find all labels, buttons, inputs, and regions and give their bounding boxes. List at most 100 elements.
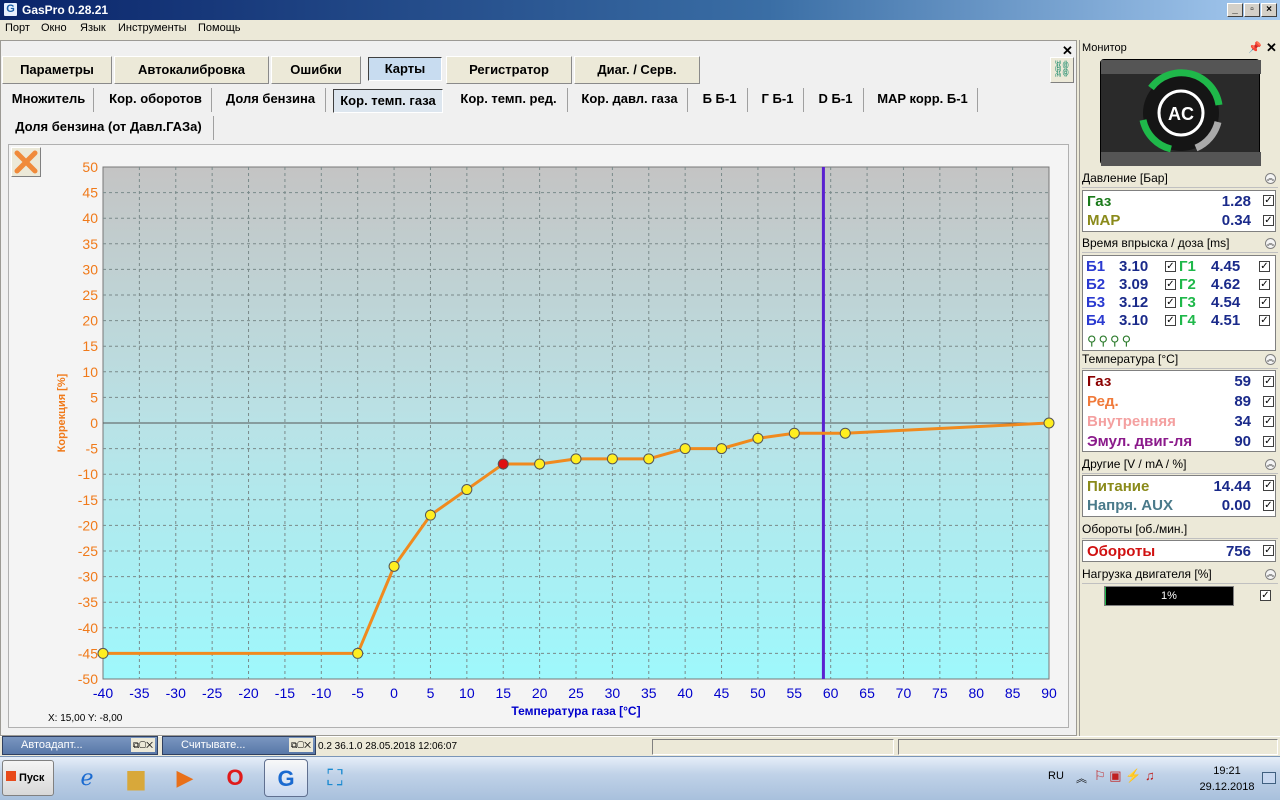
x-tick-label: 50 <box>750 685 766 701</box>
x-tick-label: 90 <box>1041 685 1057 701</box>
subtab-g-b1[interactable]: Г Б-1 <box>752 88 804 112</box>
minimized-window-reader[interactable]: Считывате... ⧉▢✕ <box>162 736 316 755</box>
x-tick-label: 15 <box>495 685 511 701</box>
minimized-window-autoadapt[interactable]: Автоадапт... ⧉▢✕ <box>2 736 158 755</box>
gas-injector-checkbox[interactable]: ✓ <box>1259 315 1270 326</box>
subtab-petrol-share-gas-pressure[interactable]: Доля бензина (от Давл.ГАЗа) <box>4 116 214 140</box>
ac-logo: AC <box>1100 59 1261 166</box>
subtab-reducer-temp-correction[interactable]: Кор. темп. ред. <box>450 88 568 112</box>
tab-maps[interactable]: Карты <box>368 57 442 81</box>
ie-icon[interactable]: ℯ <box>68 759 106 797</box>
gas-injector-value: 4.62 <box>1211 276 1241 293</box>
collapse-icon[interactable]: ︽ <box>1265 569 1276 580</box>
load-checkbox[interactable]: ✓ <box>1260 590 1271 601</box>
subtab-gas-temp-correction[interactable]: Кор. темп. газа <box>333 89 443 113</box>
menu-language[interactable]: Язык <box>80 22 106 34</box>
subtab-petrol-share[interactable]: Доля бензина <box>216 88 326 112</box>
data-point[interactable] <box>643 453 655 465</box>
correction-chart[interactable]: -40 -35 -30 -25 -20 -15 -10 -5 0 5 10 15 20 25 30 35 40 4… <box>9 145 1068 727</box>
subtab-rpm-correction[interactable]: Кор. оборотов <box>100 88 212 112</box>
delete-icon[interactable] <box>11 147 41 177</box>
subtab-multiplier[interactable]: Множитель <box>4 88 94 112</box>
data-point[interactable] <box>388 560 400 572</box>
petrol-injector-checkbox[interactable]: ✓ <box>1165 279 1176 290</box>
menu-help[interactable]: Помощь <box>198 22 241 34</box>
data-point[interactable] <box>97 647 109 659</box>
data-point[interactable] <box>497 458 509 470</box>
opera-icon[interactable]: O <box>216 759 254 797</box>
tab-errors[interactable]: Ошибки <box>271 56 361 84</box>
aux-checkbox[interactable]: ✓ <box>1263 500 1274 511</box>
menu-tools[interactable]: Инструменты <box>118 22 187 34</box>
gas-injector-checkbox[interactable]: ✓ <box>1259 279 1270 290</box>
collapse-icon[interactable]: ︽ <box>1265 459 1276 470</box>
x-tick-label: 80 <box>968 685 984 701</box>
subtab-gas-pressure-correction[interactable]: Кор. давл. газа <box>572 88 688 112</box>
other-header: Другие [V / mA / %] ︽ <box>1082 457 1278 474</box>
y-tick-label: 15 <box>82 338 98 354</box>
menu-port[interactable]: Порт <box>5 22 30 34</box>
temperature-value: 90 <box>1234 433 1251 450</box>
rpm-checkbox[interactable]: ✓ <box>1263 545 1274 556</box>
tray-expand-icon[interactable]: ︽ <box>1076 770 1087 786</box>
show-desktop-icon[interactable] <box>1262 772 1276 784</box>
data-point[interactable] <box>1043 417 1055 429</box>
x-tick-label: 35 <box>641 685 657 701</box>
subtab-map-correction[interactable]: MAP корр. Б-1 <box>868 88 978 112</box>
temperature-checkbox[interactable]: ✓ <box>1263 396 1274 407</box>
temperature-checkbox[interactable]: ✓ <box>1263 436 1274 447</box>
folder-icon[interactable]: ▆ <box>117 759 155 797</box>
language-indicator[interactable]: RU <box>1048 770 1064 782</box>
gas-injector-value: 4.54 <box>1211 294 1241 311</box>
data-point[interactable] <box>570 453 582 465</box>
temperature-checkbox[interactable]: ✓ <box>1263 376 1274 387</box>
media-player-icon[interactable]: ▶ <box>166 759 204 797</box>
data-point[interactable] <box>839 427 851 439</box>
gas-injector-checkbox[interactable]: ✓ <box>1259 261 1270 272</box>
data-point[interactable] <box>461 484 473 496</box>
monitor-title: Монитор <box>1082 42 1127 54</box>
data-point[interactable] <box>716 443 728 455</box>
tab-recorder[interactable]: Регистратор <box>446 56 572 84</box>
minimize-button[interactable]: _ <box>1227 3 1243 17</box>
tab-autocalibration[interactable]: Автокалибровка <box>114 56 269 84</box>
petrol-injector-checkbox[interactable]: ✓ <box>1165 315 1176 326</box>
tab-parameters[interactable]: Параметры <box>2 56 112 84</box>
y-tick-label: 45 <box>82 185 98 201</box>
aux-label: Напря. AUX <box>1087 497 1173 514</box>
power-checkbox[interactable]: ✓ <box>1263 480 1274 491</box>
collapse-icon[interactable]: ︽ <box>1265 173 1276 184</box>
subtab-d-b1[interactable]: D Б-1 <box>808 88 864 112</box>
petrol-injector-checkbox[interactable]: ✓ <box>1165 261 1176 272</box>
screen-capture-icon[interactable]: ⛶ <box>316 759 354 797</box>
monitor-close-icon[interactable]: ✕ <box>1266 40 1277 56</box>
gas-pressure-checkbox[interactable]: ✓ <box>1263 195 1274 206</box>
data-point[interactable] <box>606 453 618 465</box>
data-point[interactable] <box>424 509 436 521</box>
pin-icon[interactable]: 📌 <box>1248 41 1262 54</box>
x-tick-label: 65 <box>859 685 875 701</box>
gaspro-taskbar-icon[interactable]: G <box>264 759 308 797</box>
petrol-injector-label: Б1 <box>1086 258 1106 275</box>
map-checkbox[interactable]: ✓ <box>1263 215 1274 226</box>
data-point[interactable] <box>752 432 764 444</box>
data-point[interactable] <box>788 427 800 439</box>
link-icon[interactable]: ⛓ <box>1050 57 1074 83</box>
y-tick-label: 40 <box>82 210 98 226</box>
menu-window[interactable]: Окно <box>41 22 67 34</box>
data-point[interactable] <box>352 647 364 659</box>
tray-icons[interactable]: ⚐ ▣ ⚡ ♫ <box>1094 768 1155 784</box>
collapse-icon[interactable]: ︽ <box>1265 238 1276 249</box>
load-bar: 1% <box>1104 586 1234 606</box>
data-point[interactable] <box>679 443 691 455</box>
temperature-checkbox[interactable]: ✓ <box>1263 416 1274 427</box>
gas-injector-checkbox[interactable]: ✓ <box>1259 297 1270 308</box>
subtab-b-b1[interactable]: Б Б-1 <box>692 88 748 112</box>
maximize-button[interactable]: ▫ <box>1244 3 1260 17</box>
collapse-icon[interactable]: ︽ <box>1265 354 1276 365</box>
petrol-injector-checkbox[interactable]: ✓ <box>1165 297 1176 308</box>
tab-diag-service[interactable]: Диаг. / Серв. <box>574 56 700 84</box>
x-tick-label: 75 <box>932 685 948 701</box>
data-point[interactable] <box>534 458 546 470</box>
close-button[interactable]: × <box>1261 3 1277 17</box>
